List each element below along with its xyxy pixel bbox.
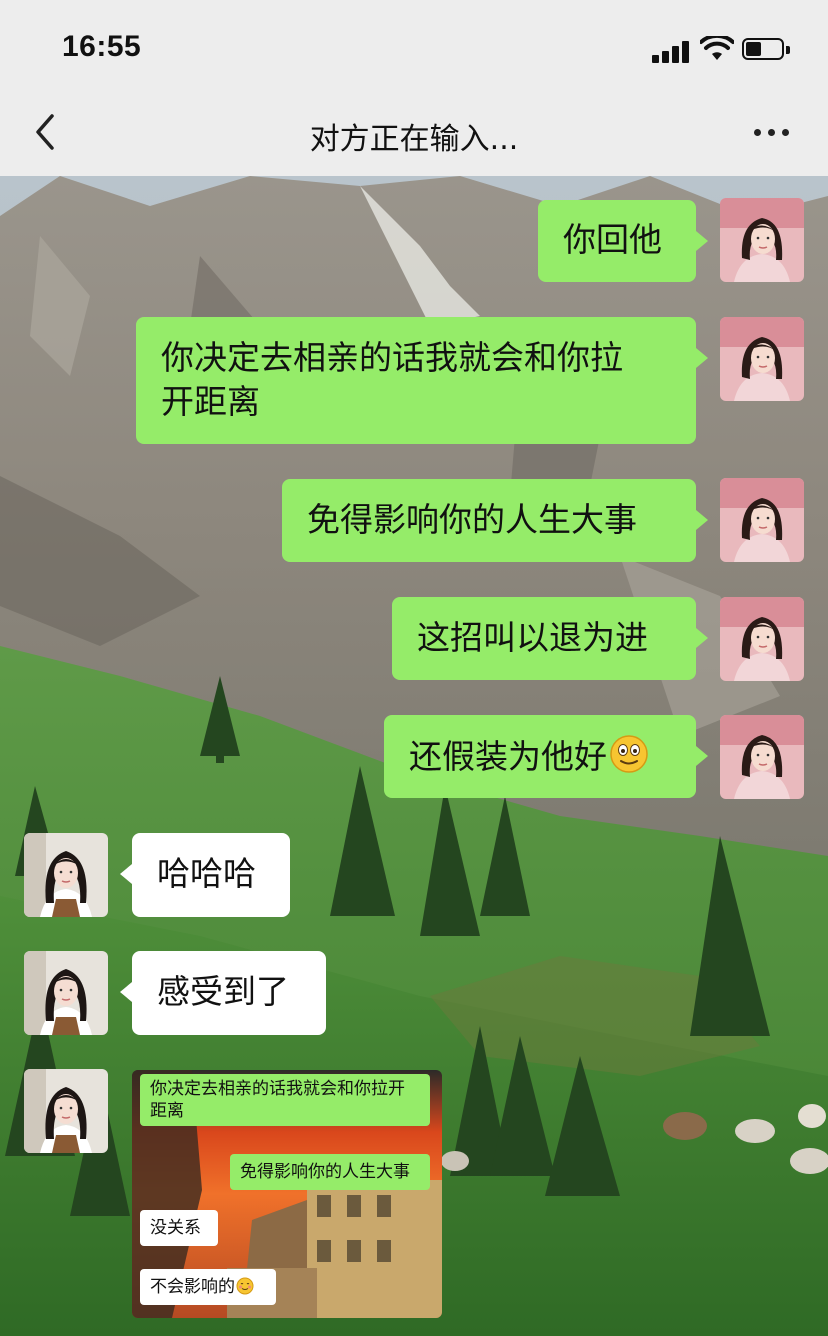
message-text: 免得影响你的人生大事 bbox=[307, 500, 637, 539]
bubble-tail bbox=[696, 746, 708, 766]
blush-emoji-icon bbox=[236, 1277, 254, 1295]
my-avatar[interactable] bbox=[720, 715, 804, 799]
contact-avatar[interactable] bbox=[24, 951, 108, 1035]
image-message[interactable]: 你决定去相亲的话我就会和你拉开 距离 免得影响你的人生大事 没关系 不会影响的 bbox=[132, 1070, 442, 1318]
screenshot-received-bubble: 没关系 bbox=[140, 1210, 218, 1246]
sent-message-bubble[interactable]: 这招叫以退为进 bbox=[392, 597, 696, 680]
bubble-tail bbox=[696, 231, 708, 251]
my-avatar[interactable] bbox=[720, 198, 804, 282]
received-message-bubble[interactable]: 感受到了 bbox=[132, 951, 326, 1035]
bubble-tail bbox=[120, 982, 132, 1002]
screenshot-sent-bubble: 免得影响你的人生大事 bbox=[230, 1154, 430, 1190]
screenshot-received-bubble: 不会影响的 bbox=[140, 1269, 276, 1305]
message-text: 感受到了 bbox=[157, 972, 289, 1011]
screenshot-sent-bubble: 你决定去相亲的话我就会和你拉开 距离 bbox=[140, 1074, 430, 1126]
sent-message-bubble[interactable]: 你决定去相亲的话我就会和你拉 开距离 bbox=[136, 317, 696, 444]
bubble-tail bbox=[696, 348, 708, 368]
bubble-tail bbox=[696, 510, 708, 530]
message-text: 这招叫以退为进 bbox=[417, 618, 648, 657]
bubble-tail bbox=[120, 864, 132, 884]
sent-message-bubble[interactable]: 免得影响你的人生大事 bbox=[282, 479, 696, 562]
received-message-bubble[interactable]: 哈哈哈 bbox=[132, 833, 290, 917]
chat-area[interactable]: 你回他 你决定去相亲的话我就会和你拉 开距离 免得影响你的人生大事 这招叫以退为… bbox=[0, 176, 828, 1336]
screenshot-text: 不会影响的 bbox=[150, 1277, 235, 1297]
contact-avatar[interactable] bbox=[24, 1069, 108, 1153]
message-text: 你回他 bbox=[563, 220, 662, 259]
contact-avatar[interactable] bbox=[24, 833, 108, 917]
message-text: 哈哈哈 bbox=[157, 854, 256, 893]
message-text-line: 你决定去相亲的话我就会和你拉 bbox=[161, 338, 623, 377]
screenshot-text: 距离 bbox=[150, 1101, 184, 1121]
sent-message-bubble[interactable]: 你回他 bbox=[538, 200, 696, 282]
battery-icon bbox=[742, 38, 790, 62]
sent-message-bubble[interactable]: 还假装为他好 bbox=[384, 715, 696, 798]
wifi-icon bbox=[700, 36, 734, 60]
message-text: 还假装为他好 bbox=[409, 737, 607, 776]
screenshot-text: 你决定去相亲的话我就会和你拉开 bbox=[150, 1079, 405, 1099]
status-time: 16:55 bbox=[62, 30, 142, 63]
bubble-tail bbox=[696, 628, 708, 648]
more-options-icon[interactable] bbox=[750, 118, 794, 146]
my-avatar[interactable] bbox=[720, 597, 804, 681]
my-avatar[interactable] bbox=[720, 317, 804, 401]
my-avatar[interactable] bbox=[720, 478, 804, 562]
smiley-emoji-icon bbox=[610, 735, 648, 773]
screenshot-text: 没关系 bbox=[150, 1218, 201, 1238]
cellular-signal-icon bbox=[652, 41, 692, 63]
screenshot-text: 免得影响你的人生大事 bbox=[240, 1162, 410, 1182]
chat-title: 对方正在输入... bbox=[309, 122, 519, 157]
status-bar: 16:55 bbox=[0, 0, 828, 92]
message-text-line: 开距离 bbox=[161, 382, 260, 421]
chat-header: 对方正在输入... bbox=[0, 92, 828, 176]
